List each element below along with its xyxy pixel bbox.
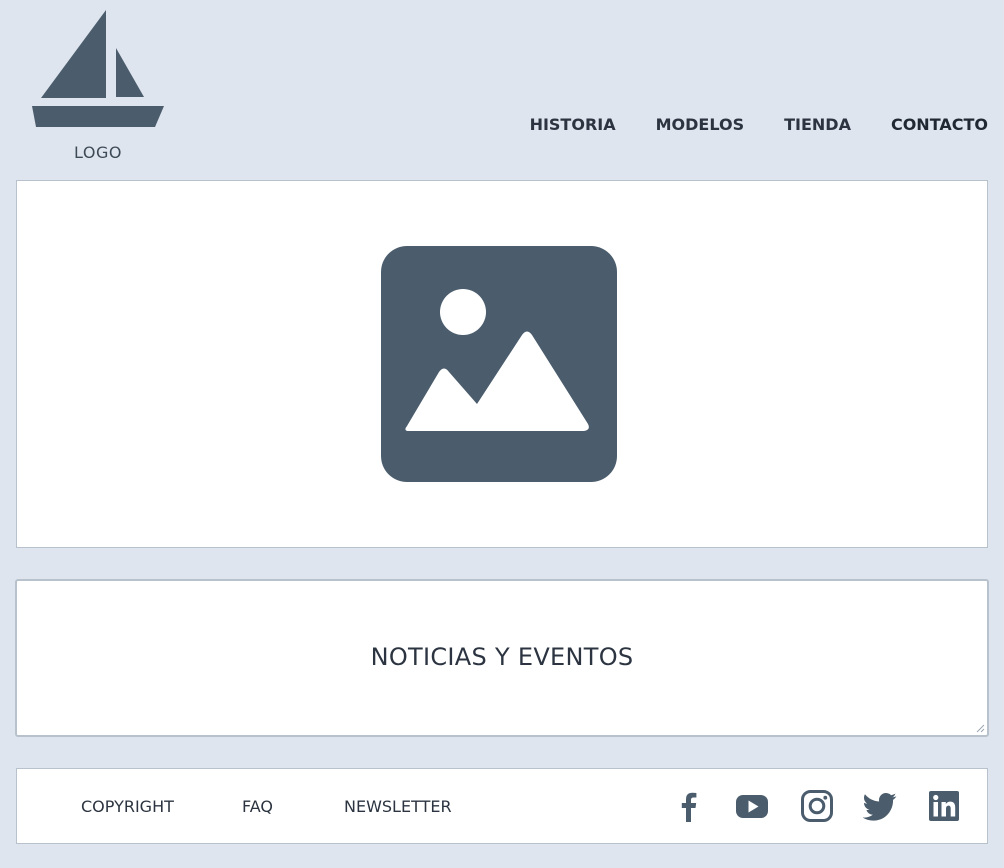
footer: COPYRIGHT FAQ NEWSLETTER [16,768,988,844]
linkedin-icon[interactable] [927,789,961,823]
footer-link-copyright[interactable]: COPYRIGHT [81,797,174,816]
sailboat-icon [32,10,164,127]
nav-link-modelos[interactable]: MODELOS [656,115,744,134]
footer-link-newsletter[interactable]: NEWSLETTER [344,797,452,816]
nav-link-contacto[interactable]: CONTACTO [891,115,988,134]
instagram-icon[interactable] [800,789,834,823]
news-title: NOTICIAS Y EVENTOS [370,643,634,671]
youtube-icon[interactable] [735,789,769,823]
nav-link-tienda[interactable]: TIENDA [784,115,851,134]
news-section[interactable]: NOTICIAS Y EVENTOS [15,579,989,737]
image-placeholder-icon [381,246,617,482]
resize-grip-icon[interactable] [975,723,985,733]
main-nav: HISTORIA MODELOS TIENDA CONTACTO [530,114,988,134]
footer-link-faq[interactable]: FAQ [242,797,273,816]
hero-banner [16,180,988,548]
nav-link-historia[interactable]: HISTORIA [530,115,616,134]
twitter-icon[interactable] [863,789,897,823]
logo[interactable]: LOGO [31,10,165,162]
facebook-icon[interactable] [672,789,706,823]
logo-label: LOGO [74,143,122,162]
